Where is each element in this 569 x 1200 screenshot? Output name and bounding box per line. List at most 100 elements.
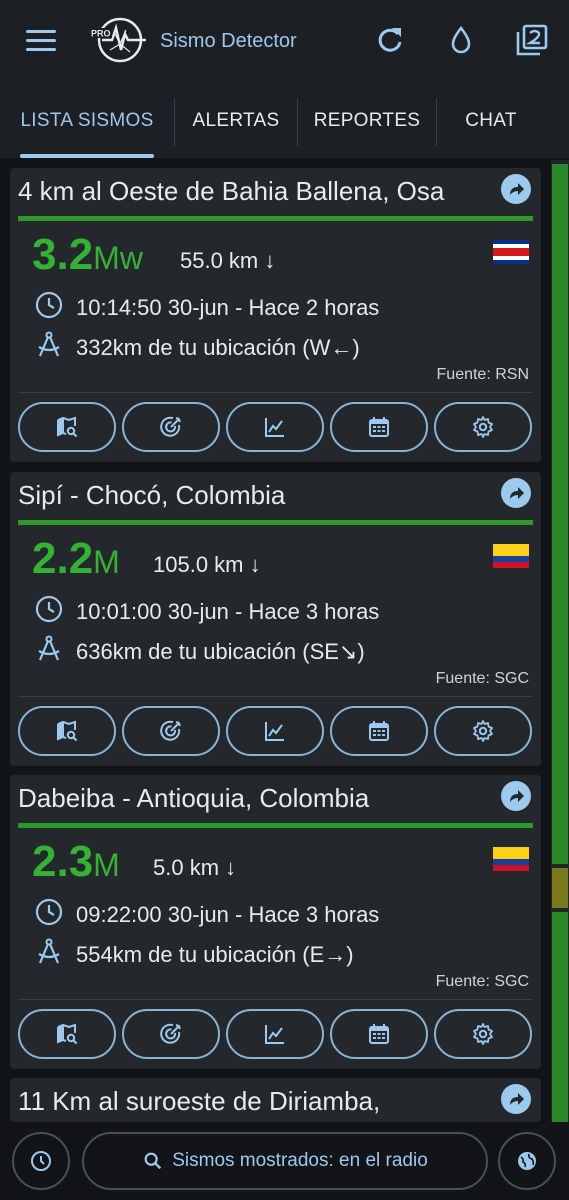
app-logo: PRO — [90, 17, 146, 63]
costa-rica-flag — [493, 240, 529, 264]
map-search-icon — [55, 415, 79, 439]
card-actions — [18, 706, 533, 756]
quake-depth: 55.0 km ↓ — [180, 248, 276, 273]
radar-target-button[interactable] — [122, 706, 220, 756]
filter-2-icon[interactable] — [514, 22, 550, 58]
radius-filter-label: Sismos mostrados: en el radio — [172, 1150, 428, 1171]
strip-segment-green — [552, 164, 568, 864]
quake-card[interactable]: Sipí - Chocó, Colombia 2.2M 105.0 km ↓ 10:0… — [10, 472, 541, 766]
scroll-strip[interactable] — [551, 160, 569, 1125]
tab-chat[interactable]: CHAT — [437, 84, 545, 158]
settings-gear-button[interactable] — [434, 402, 532, 452]
card-divider — [18, 696, 533, 697]
tab-reportes[interactable]: REPORTES — [298, 84, 436, 158]
card-divider — [18, 999, 533, 1000]
chart-line-button[interactable] — [226, 1009, 324, 1059]
quake-time: 10:14:50 30-jun - Hace 2 horas — [76, 295, 380, 320]
map-search-button[interactable] — [18, 706, 116, 756]
water-drop-icon[interactable] — [443, 22, 479, 58]
tab-alertas[interactable]: ALERTAS — [175, 84, 297, 158]
settings-gear-button[interactable] — [434, 706, 532, 756]
calendar-button[interactable] — [330, 402, 428, 452]
strip-segment-yellow — [552, 868, 568, 908]
map-search-button[interactable] — [18, 402, 116, 452]
menu-icon[interactable] — [26, 30, 56, 52]
radar-target-icon — [159, 1022, 183, 1046]
chart-line-button[interactable] — [226, 706, 324, 756]
settings-gear-icon — [471, 415, 495, 439]
magnitude-color-bar — [18, 216, 533, 221]
active-tab-indicator — [20, 154, 154, 158]
magnitude-unit: Mw — [93, 240, 143, 276]
quake-time: 09:22:00 30-jun - Hace 3 horas — [76, 902, 380, 927]
quake-location: Dabeiba - Antioquia, Colombia — [18, 783, 370, 813]
map-search-icon — [55, 719, 79, 743]
quake-source: Fuente: SGC — [435, 670, 529, 687]
chart-line-icon — [263, 1022, 287, 1046]
quake-distance: 554km de tu ubicación (E→) — [76, 942, 354, 967]
magnitude-unit: M — [93, 847, 120, 883]
settings-gear-icon — [471, 1022, 495, 1046]
calendar-icon — [367, 415, 391, 439]
quake-card[interactable]: 11 Km al suroeste de Diriamba, — [10, 1078, 541, 1122]
radar-target-button[interactable] — [122, 402, 220, 452]
history-button[interactable] — [12, 1132, 70, 1190]
card-divider — [18, 392, 533, 393]
clock-icon — [34, 290, 64, 320]
globe-button[interactable] — [498, 1132, 556, 1190]
map-search-icon — [55, 1022, 79, 1046]
magnitude: 2.2M — [32, 534, 120, 584]
quake-time: 10:01:00 30-jun - Hace 3 horas — [76, 599, 380, 624]
quake-source: Fuente: RSN — [436, 366, 529, 383]
card-actions — [18, 1009, 533, 1059]
calendar-icon — [367, 1022, 391, 1046]
history-clock-icon — [31, 1151, 51, 1171]
quake-location: 4 km al Oeste de Bahia Ballena, Osa — [18, 176, 445, 206]
quake-distance: 332km de tu ubicación (W←) — [76, 335, 360, 360]
tab-bar: LISTA SISMOS ALERTAS REPORTES CHAT — [0, 84, 569, 158]
quake-depth: 5.0 km ↓ — [153, 855, 237, 880]
calendar-icon — [367, 719, 391, 743]
chart-line-icon — [263, 415, 287, 439]
magnitude: 3.2Mw — [32, 230, 143, 280]
app-bar: PRO Sismo Detector — [0, 0, 569, 84]
refresh-icon[interactable] — [372, 22, 408, 58]
magnitude-color-bar — [18, 520, 533, 525]
share-icon[interactable] — [501, 1084, 531, 1114]
radar-target-button[interactable] — [122, 1009, 220, 1059]
compass-distance-icon — [34, 330, 64, 360]
quake-depth: 105.0 km ↓ — [153, 552, 261, 577]
share-icon[interactable] — [501, 478, 531, 508]
radius-filter-button[interactable]: Sismos mostrados: en el radio — [82, 1132, 488, 1190]
logo-badge: PRO — [91, 29, 111, 39]
card-actions — [18, 402, 533, 452]
app-title: Sismo Detector — [160, 30, 297, 52]
magnitude-value: 2.3 — [32, 837, 94, 886]
quake-source: Fuente: SGC — [435, 973, 529, 990]
chart-line-icon — [263, 719, 287, 743]
quake-location: Sipí - Chocó, Colombia — [18, 480, 286, 510]
magnitude-value: 3.2 — [32, 230, 94, 279]
compass-distance-icon — [34, 634, 64, 664]
calendar-button[interactable] — [330, 1009, 428, 1059]
strip-segment-green — [552, 912, 568, 1122]
search-icon — [144, 1152, 162, 1170]
magnitude-unit: M — [93, 544, 120, 580]
settings-gear-button[interactable] — [434, 1009, 532, 1059]
radar-target-icon — [159, 719, 183, 743]
settings-gear-icon — [471, 719, 495, 743]
map-search-button[interactable] — [18, 1009, 116, 1059]
share-icon[interactable] — [501, 781, 531, 811]
quake-card[interactable]: 4 km al Oeste de Bahia Ballena, Osa 3.2Mw… — [10, 168, 541, 462]
tab-lista-sismos[interactable]: LISTA SISMOS — [0, 84, 174, 158]
magnitude-color-bar — [18, 823, 533, 828]
clock-icon — [34, 594, 64, 624]
bottom-bar: Sismos mostrados: en el radio — [0, 1122, 569, 1200]
calendar-button[interactable] — [330, 706, 428, 756]
share-icon[interactable] — [501, 174, 531, 204]
quake-card[interactable]: Dabeiba - Antioquia, Colombia 2.3M 5.0 km … — [10, 775, 541, 1069]
colombia-flag — [493, 847, 529, 871]
clock-icon — [34, 897, 64, 927]
magnitude: 2.3M — [32, 837, 120, 887]
chart-line-button[interactable] — [226, 402, 324, 452]
